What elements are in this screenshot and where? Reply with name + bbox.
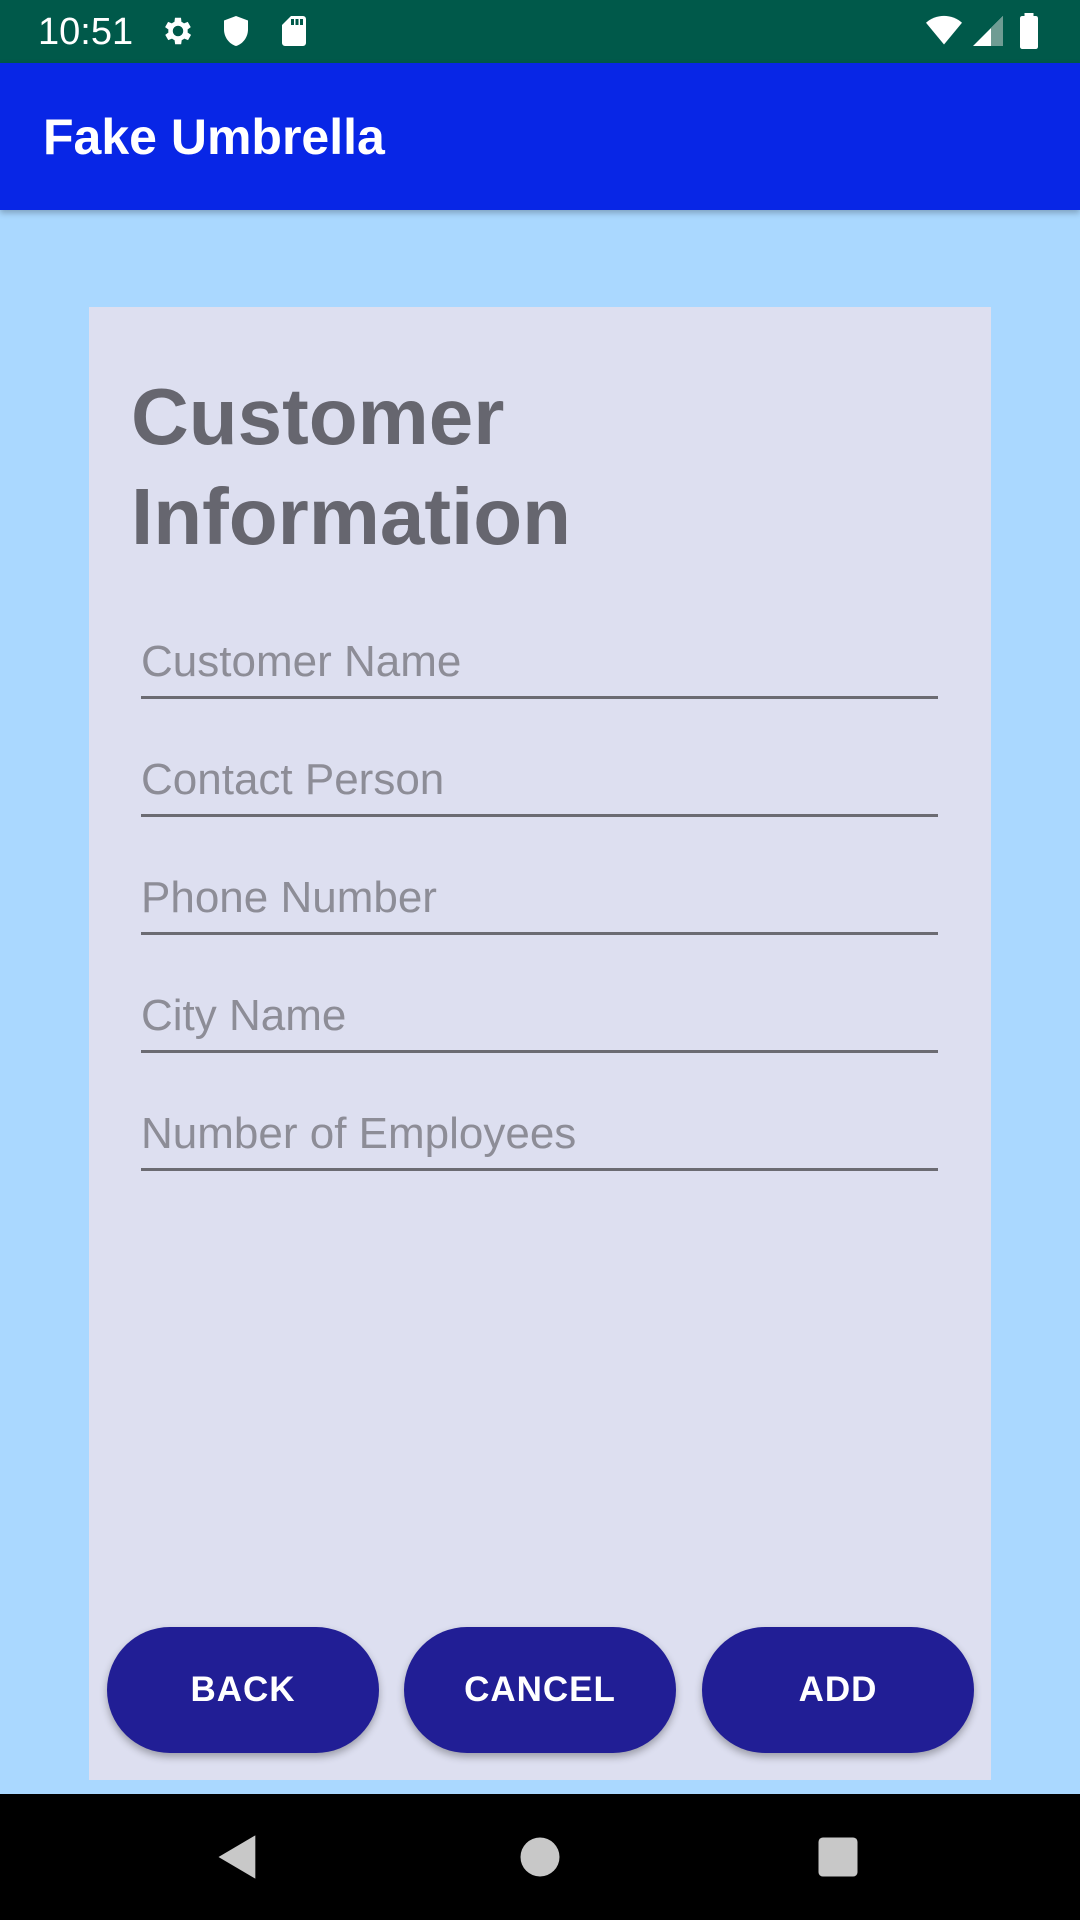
home-icon[interactable] [514,1831,566,1883]
sd-card-icon [276,13,312,49]
signal-icon [970,13,1006,49]
shield-icon [218,13,254,49]
recents-icon[interactable] [812,1831,864,1883]
customer-form-card: Customer Information BACK CANCEL ADD [89,307,991,1780]
number-of-employees-input[interactable] [141,1099,938,1171]
cancel-button[interactable]: CANCEL [404,1627,676,1753]
form-title: Customer Information [131,367,931,567]
app-title: Fake Umbrella [43,109,385,165]
wifi-icon [922,13,966,49]
navigation-bar [0,1794,1080,1920]
phone-number-input[interactable] [141,863,938,935]
screen: 10:51 Fake Umbrella Customer Information [0,0,1080,1920]
status-bar: 10:51 [0,0,1080,63]
city-name-input[interactable] [141,981,938,1053]
contact-person-input[interactable] [141,745,938,817]
settings-icon [160,13,196,49]
battery-icon [1014,13,1044,49]
form-title-text: Customer Information [131,372,571,561]
customer-name-input[interactable] [141,627,938,699]
add-button[interactable]: ADD [702,1627,974,1753]
back-button[interactable]: BACK [107,1627,379,1753]
status-time: 10:51 [38,11,134,53]
app-bar: Fake Umbrella [0,63,1080,210]
back-icon[interactable] [212,1831,264,1883]
